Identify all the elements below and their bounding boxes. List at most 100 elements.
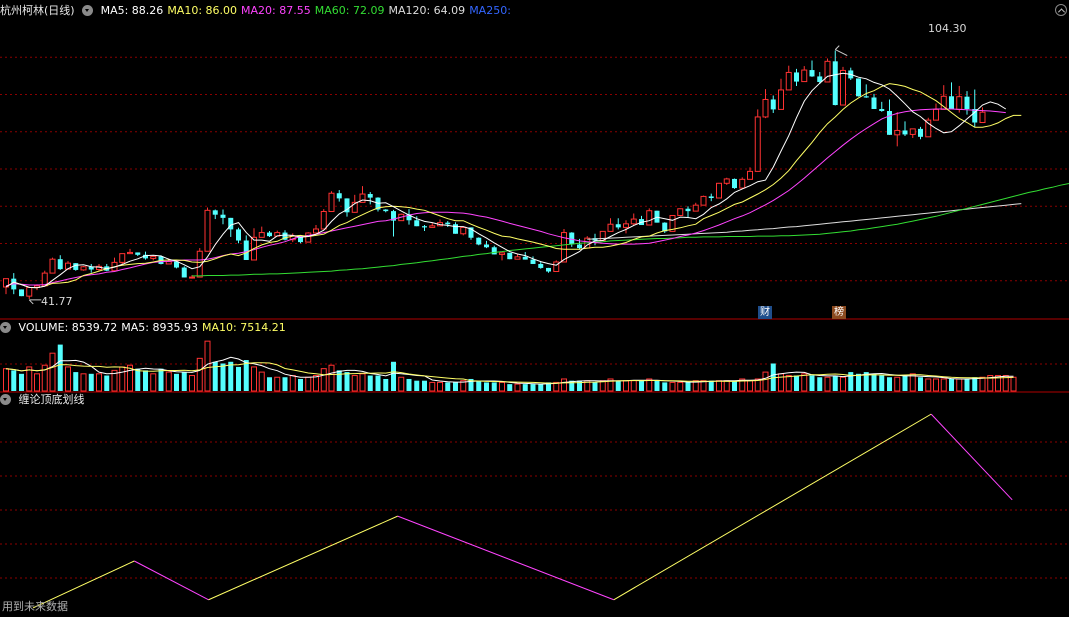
volume-bar-down (391, 361, 396, 391)
candle-up (778, 89, 784, 110)
future-data-warning: 用到未来数据 (2, 600, 68, 613)
stock-chart-canvas[interactable] (0, 0, 1069, 617)
volume-bar-up (778, 373, 784, 392)
candle-down (422, 226, 427, 228)
volume-settings-icon[interactable] (0, 322, 11, 333)
volume-bar-down (422, 380, 427, 391)
candle-up (630, 218, 637, 225)
volume-bar-down (949, 378, 954, 391)
volume-bar-down (817, 377, 823, 391)
legend-item: MA10: 7514.21 (201, 321, 286, 334)
volume-bar-down (11, 370, 17, 391)
candle-down (367, 194, 373, 198)
volume-bar-down (507, 384, 513, 391)
volume-bar-down (267, 377, 272, 391)
ranking-list-badge[interactable]: 榜 (832, 306, 846, 319)
candle-down (243, 240, 249, 260)
volume-bar-down (336, 370, 342, 391)
candle-up (824, 60, 831, 83)
volume-bar-down (383, 378, 389, 391)
candle-up (258, 232, 265, 238)
ma5-line (5, 72, 1007, 289)
candle-down (879, 109, 885, 111)
volume-bar-up (940, 378, 947, 392)
volume-panel-header: VOLUME: 8539.72 MA5: 8935.93 MA10: 7514.21 (0, 320, 294, 336)
volume-bar-up (196, 357, 203, 392)
ma-legend: MA5: 88.26 MA10: 86.00 MA20: 87.55 MA60: 72… (101, 4, 515, 17)
volume-bar-down (662, 382, 668, 391)
volume-bar-down (57, 344, 63, 391)
volume-bar-down (236, 366, 241, 391)
volume-bar-down (794, 375, 799, 391)
volume-bar-down (592, 382, 598, 391)
volume-bar-down (809, 375, 815, 391)
volume-bar-down (685, 382, 691, 391)
volume-bar-up (894, 376, 901, 392)
volume-bar-up (979, 376, 986, 392)
volume-bar-down (143, 370, 148, 391)
candle-down (685, 208, 691, 212)
financial-report-badge[interactable]: 财 (758, 306, 772, 319)
candle-up (313, 228, 319, 234)
candle-up (165, 261, 172, 265)
volume-bar-up (398, 376, 405, 392)
candle-up (677, 208, 684, 216)
candle-up (189, 276, 195, 279)
volume-bar-up (716, 380, 722, 392)
candle-down (236, 229, 241, 241)
volume-bar-down (88, 373, 94, 391)
candle-up (119, 253, 126, 263)
volume-bar-down (367, 375, 373, 391)
candle-down (383, 209, 389, 212)
candle-up (320, 211, 327, 230)
volume-bar-up (623, 380, 629, 392)
volume-bar-up (359, 373, 366, 392)
volume-bar-up (956, 378, 963, 392)
volume-bar-up (328, 364, 335, 392)
candle-up (127, 251, 133, 255)
volume-ma10-line (5, 362, 1014, 384)
candle-up (623, 223, 629, 228)
volume-bar-up (289, 375, 296, 392)
candle-up (785, 71, 792, 91)
volume-bar-up (119, 366, 126, 392)
volume-bar-up (561, 378, 567, 392)
panel-collapse-icon[interactable] (1055, 4, 1067, 16)
volume-bar-up (785, 375, 792, 392)
candle-down (507, 252, 513, 260)
volume-bar-down (406, 378, 412, 391)
volume-bar-up (80, 373, 87, 392)
volume-bar-down (538, 384, 544, 391)
volume-bar-down (174, 373, 179, 391)
candle-down (484, 244, 489, 248)
volume-bar-up (801, 373, 808, 392)
candle-down (902, 130, 908, 135)
candle-down (19, 289, 24, 297)
candle-down (453, 224, 458, 234)
candle-up (429, 225, 436, 228)
price-low-annotation: 41.77 (41, 295, 73, 308)
legend-item: MA5: 8935.93 (121, 321, 198, 334)
indicator-settings-icon[interactable] (0, 394, 11, 405)
volume-bar-down (732, 380, 737, 391)
candle-down (538, 263, 544, 268)
candle-down (856, 78, 861, 97)
candle-down (832, 61, 838, 106)
volume-bar-up (925, 378, 932, 392)
volume-bar-up (251, 366, 257, 392)
volume-bar-down (228, 361, 234, 391)
volume-bar-up (669, 381, 676, 392)
high-marker-arrow (834, 45, 848, 57)
volume-bar-down (19, 373, 24, 391)
candle-up (328, 192, 335, 213)
candle-down (181, 267, 187, 278)
candle-up (514, 256, 521, 260)
candle-down (530, 259, 536, 264)
candle-up (607, 223, 614, 232)
ma-settings-icon[interactable] (82, 5, 94, 16)
candle-down (212, 210, 218, 215)
candle-up (956, 96, 963, 110)
volume-bar-up (305, 376, 312, 392)
candle-down (887, 110, 892, 135)
candle-down (491, 247, 497, 255)
